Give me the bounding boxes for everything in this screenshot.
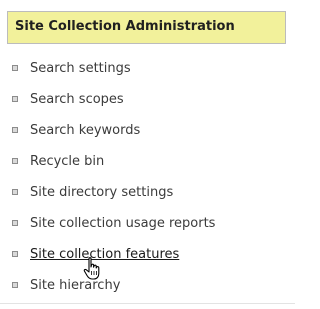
link-site-directory-settings[interactable]: Site directory settings <box>12 182 173 202</box>
link-label[interactable]: Recycle bin <box>30 154 104 169</box>
link-search-settings[interactable]: Search settings <box>12 58 131 78</box>
link-site-hierarchy[interactable]: Site hierarchy <box>12 275 120 295</box>
bullet-icon <box>12 220 18 226</box>
link-label[interactable]: Site hierarchy <box>30 278 120 293</box>
bullet-icon <box>12 189 18 195</box>
panel-title: Site Collection Administration <box>15 19 235 34</box>
bullet-icon <box>12 96 18 102</box>
link-search-scopes[interactable]: Search scopes <box>12 89 124 109</box>
link-label[interactable]: Search scopes <box>30 92 124 107</box>
link-label[interactable]: Search keywords <box>30 123 140 138</box>
panel-header: Site Collection Administration <box>7 11 286 44</box>
bullet-icon <box>12 127 18 133</box>
bottom-divider <box>0 303 295 304</box>
bullet-icon <box>12 282 18 288</box>
link-search-keywords[interactable]: Search keywords <box>12 120 140 140</box>
bullet-icon <box>12 65 18 71</box>
link-label[interactable]: Site collection features <box>30 247 179 262</box>
site-collection-admin-panel: Site Collection Administration Search se… <box>0 0 295 309</box>
link-label[interactable]: Site collection usage reports <box>30 216 215 231</box>
bullet-icon <box>12 158 18 164</box>
link-label[interactable]: Site directory settings <box>30 185 173 200</box>
link-usage-reports[interactable]: Site collection usage reports <box>12 213 215 233</box>
link-site-collection-features[interactable]: Site collection features <box>12 244 179 264</box>
link-recycle-bin[interactable]: Recycle bin <box>12 151 104 171</box>
bullet-icon <box>12 251 18 257</box>
link-label[interactable]: Search settings <box>30 61 131 76</box>
